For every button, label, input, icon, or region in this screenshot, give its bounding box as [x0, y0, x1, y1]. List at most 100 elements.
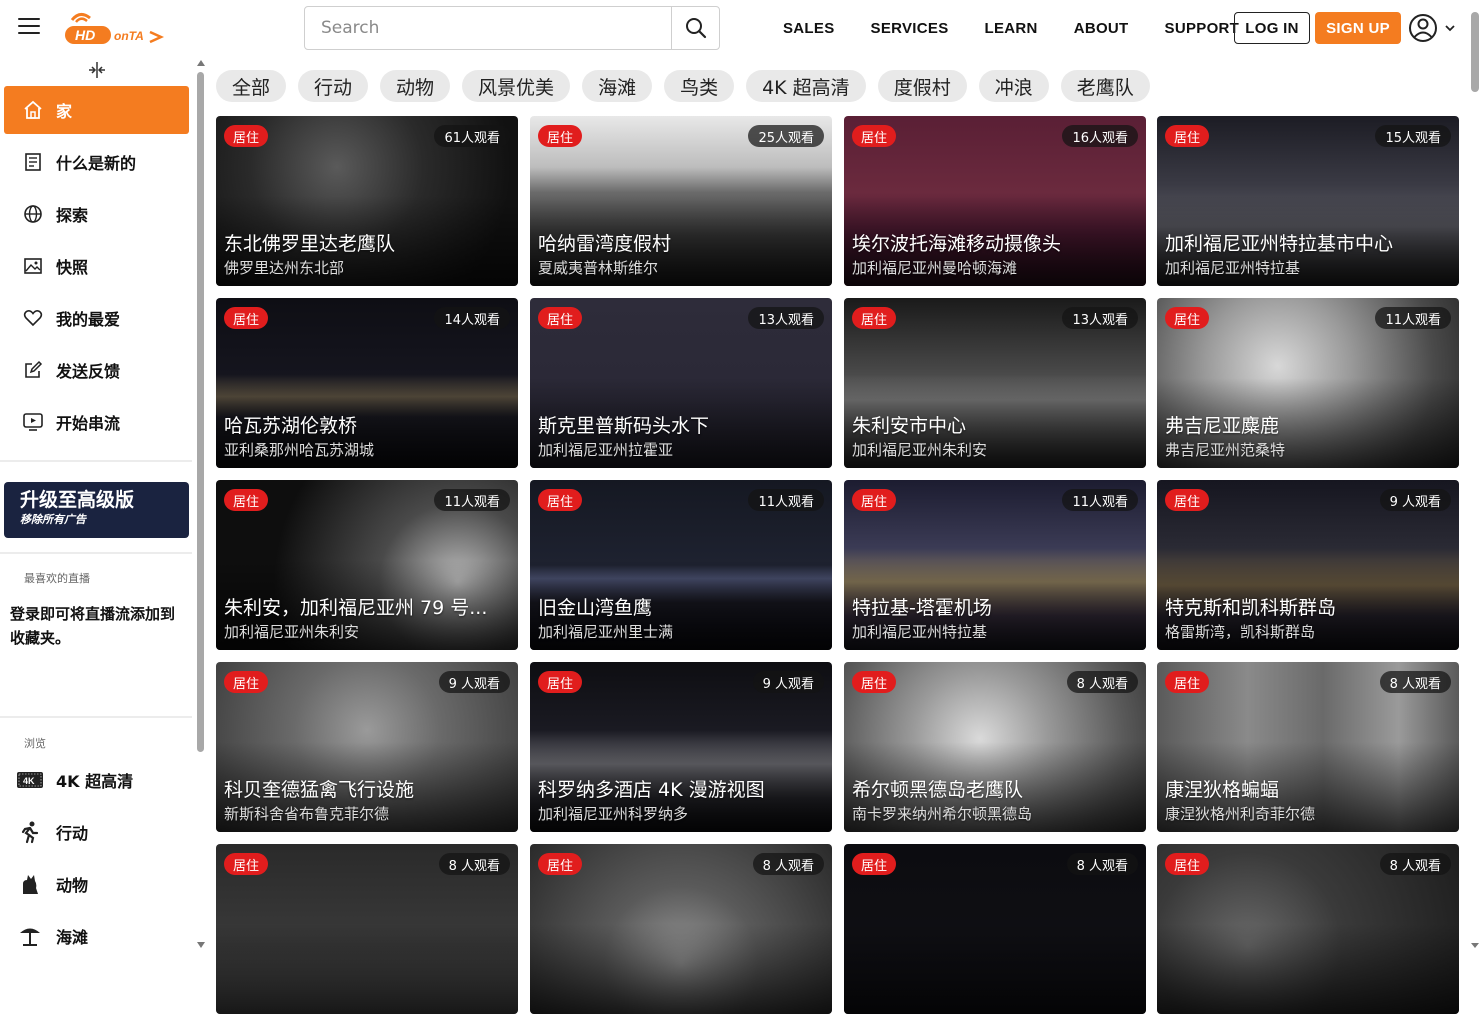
login-button[interactable]: LOG IN	[1234, 12, 1310, 44]
stream-card[interactable]: 居住 15人观看 加利福尼亚州特拉基市中心 加利福尼亚州特拉基	[1157, 116, 1459, 286]
viewer-count: 15人观看	[1375, 125, 1451, 147]
sidebar-item-label: 发送反馈	[56, 362, 121, 381]
browse-item-beach[interactable]: 海滩	[16, 914, 191, 954]
stream-title: 希尔顿黑德岛老鹰队	[852, 779, 1024, 801]
live-badge: 居住	[538, 125, 583, 147]
running-icon	[16, 820, 44, 844]
live-badge: 居住	[224, 125, 269, 147]
sidebar-scrollbar-thumb[interactable]	[197, 72, 204, 752]
scroll-down-arrow[interactable]	[1471, 943, 1479, 948]
account-menu[interactable]	[1408, 13, 1458, 43]
viewer-count: 9 人观看	[438, 671, 510, 693]
stream-location: 加利福尼亚州里士满	[538, 623, 674, 641]
sidebar-divider	[0, 716, 192, 718]
live-badge: 居住	[538, 489, 583, 511]
stream-card[interactable]: 居住 16人观看 埃尔波托海滩移动摄像头 加利福尼亚州曼哈顿海滩	[844, 116, 1146, 286]
browse-item-action[interactable]: 行动	[16, 810, 191, 854]
browse-item-4k[interactable]: 4K 4K 超高清	[16, 758, 191, 802]
chip-animals[interactable]: 动物	[380, 70, 451, 102]
sidebar-scrollbar[interactable]	[196, 56, 206, 954]
stream-title: 康涅狄格蝙蝠	[1165, 779, 1280, 801]
stream-location: 夏威夷普林斯维尔	[538, 259, 659, 277]
stream-card[interactable]: 居住 8 人观看 希尔顿黑德岛老鹰队 南卡罗来纳州希尔顿黑德岛	[844, 662, 1146, 832]
chip-4k[interactable]: 4K 超高清	[746, 70, 866, 102]
hdontap-logo[interactable]: HD onTA	[62, 8, 172, 48]
viewer-count: 11人观看	[748, 489, 824, 511]
live-badge: 居住	[224, 671, 269, 693]
category-chips: 全部 行动 动物 风景优美 海滩 鸟类 4K 超高清 度假村 冲浪 老鹰队	[216, 70, 1162, 102]
stream-title: 哈瓦苏湖伦敦桥	[224, 415, 358, 437]
sidebar-item-snapshots[interactable]: 快照	[4, 242, 189, 290]
stream-location: 加利福尼亚州特拉基	[852, 623, 988, 641]
chip-all[interactable]: 全部	[216, 70, 287, 102]
sidebar-item-start-stream[interactable]: 开始串流	[4, 398, 189, 446]
sidebar-item-favorites[interactable]: 我的最爱	[4, 294, 189, 342]
nav-sales[interactable]: SALES	[783, 20, 835, 37]
viewer-count: 11人观看	[1062, 489, 1138, 511]
live-badge: 居住	[852, 125, 897, 147]
sidebar-item-home[interactable]: 家	[4, 86, 189, 134]
stream-title: 特拉基-塔霍机场	[852, 597, 992, 619]
stream-title: 弗吉尼亚麋鹿	[1165, 415, 1280, 437]
stream-card[interactable]: 居住 61人观看 东北佛罗里达老鹰队 佛罗里达州东北部	[216, 116, 518, 286]
stream-card[interactable]: 居住 11人观看 旧金山湾鱼鹰 加利福尼亚州里士满	[530, 480, 832, 650]
stream-location: 南卡罗来纳州希尔顿黑德岛	[852, 805, 1033, 823]
signup-button[interactable]: SIGN UP	[1315, 12, 1401, 44]
viewer-count: 11人观看	[1375, 307, 1451, 329]
chip-eagles[interactable]: 老鹰队	[1060, 70, 1150, 102]
page-scrollbar[interactable]	[1468, 0, 1482, 954]
nav-services[interactable]: SERVICES	[871, 20, 949, 37]
collapse-sidebar-icon[interactable]	[87, 60, 107, 80]
sidebar-item-feedback[interactable]: 发送反馈	[4, 346, 189, 394]
page-scrollbar-thumb[interactable]	[1471, 12, 1479, 92]
nav-support[interactable]: SUPPORT	[1165, 20, 1240, 37]
stream-card[interactable]: 居住 9 人观看 科罗纳多酒店 4K 漫游视图 加利福尼亚州科罗纳多	[530, 662, 832, 832]
live-badge: 居住	[224, 853, 269, 875]
stream-location: 亚利桑那州哈瓦苏湖城	[224, 441, 375, 459]
stream-card[interactable]: 居住 8 人观看	[530, 844, 832, 1014]
stream-card[interactable]: 居住 25人观看 哈纳雷湾度假村 夏威夷普林斯维尔	[530, 116, 832, 286]
stream-title: 特克斯和凯科斯群岛	[1165, 597, 1337, 619]
browse-item-label: 4K 超高清	[56, 772, 134, 791]
stream-card[interactable]: 居住 11人观看 朱利安，加利福尼亚州 79 号... 加利福尼亚州朱利安	[216, 480, 518, 650]
scroll-down-arrow[interactable]	[197, 942, 205, 948]
chip-action[interactable]: 行动	[298, 70, 369, 102]
heart-icon	[22, 307, 44, 329]
nav-learn[interactable]: LEARN	[985, 20, 1038, 37]
chevron-down-icon	[1445, 25, 1455, 32]
stream-card[interactable]: 居住 9 人观看 科贝奎德猛禽飞行设施 新斯科舍省布鲁克菲尔德	[216, 662, 518, 832]
chip-beach[interactable]: 海滩	[582, 70, 653, 102]
viewer-count: 13人观看	[1062, 307, 1138, 329]
stream-card[interactable]: 居住 9 人观看 特克斯和凯科斯群岛 格雷斯湾，凯科斯群岛	[1157, 480, 1459, 650]
chip-surf[interactable]: 冲浪	[978, 70, 1049, 102]
sidebar-item-explore[interactable]: 探索	[4, 190, 189, 238]
search-button[interactable]	[671, 7, 719, 49]
stream-card[interactable]: 居住 8 人观看	[1157, 844, 1459, 1014]
search-input[interactable]	[305, 7, 671, 49]
stream-title: 斯克里普斯码头水下	[538, 415, 710, 437]
chip-scenic[interactable]: 风景优美	[462, 70, 571, 102]
stream-card[interactable]: 居住 8 人观看	[216, 844, 518, 1014]
nav-about[interactable]: ABOUT	[1074, 20, 1129, 37]
upgrade-title: 升级至高级版	[20, 489, 135, 511]
live-badge: 居住	[224, 307, 269, 329]
stream-card[interactable]: 居住 14人观看 哈瓦苏湖伦敦桥 亚利桑那州哈瓦苏湖城	[216, 298, 518, 468]
chip-resort[interactable]: 度假村	[877, 70, 967, 102]
sidebar-item-label: 我的最爱	[56, 310, 121, 329]
stream-card[interactable]: 居住 13人观看 朱利安市中心 加利福尼亚州朱利安	[844, 298, 1146, 468]
stream-card[interactable]: 居住 13人观看 斯克里普斯码头水下 加利福尼亚州拉霍亚	[530, 298, 832, 468]
live-badge: 居住	[538, 853, 583, 875]
menu-icon[interactable]	[18, 18, 40, 36]
upgrade-premium-banner[interactable]: 升级至高级版 移除所有广告	[4, 482, 189, 538]
stream-card[interactable]: 居住 11人观看 特拉基-塔霍机场 加利福尼亚州特拉基	[844, 480, 1146, 650]
browse-item-animals[interactable]: 动物	[16, 862, 191, 906]
stream-card[interactable]: 居住 11人观看 弗吉尼亚麋鹿 弗吉尼亚州范桑特	[1157, 298, 1459, 468]
stream-location: 加利福尼亚州朱利安	[224, 623, 360, 641]
stream-title: 朱利安，加利福尼亚州 79 号...	[224, 597, 488, 619]
scroll-up-arrow[interactable]	[197, 60, 205, 66]
stream-card[interactable]: 居住 8 人观看 康涅狄格蝙蝠 康涅狄格州利奇菲尔德	[1157, 662, 1459, 832]
stream-card[interactable]: 居住 8 人观看	[844, 844, 1146, 1014]
sidebar-item-whats-new[interactable]: 什么是新的	[4, 138, 189, 186]
chip-birds[interactable]: 鸟类	[664, 70, 735, 102]
stream-location: 新斯科舍省布鲁克菲尔德	[224, 805, 390, 823]
